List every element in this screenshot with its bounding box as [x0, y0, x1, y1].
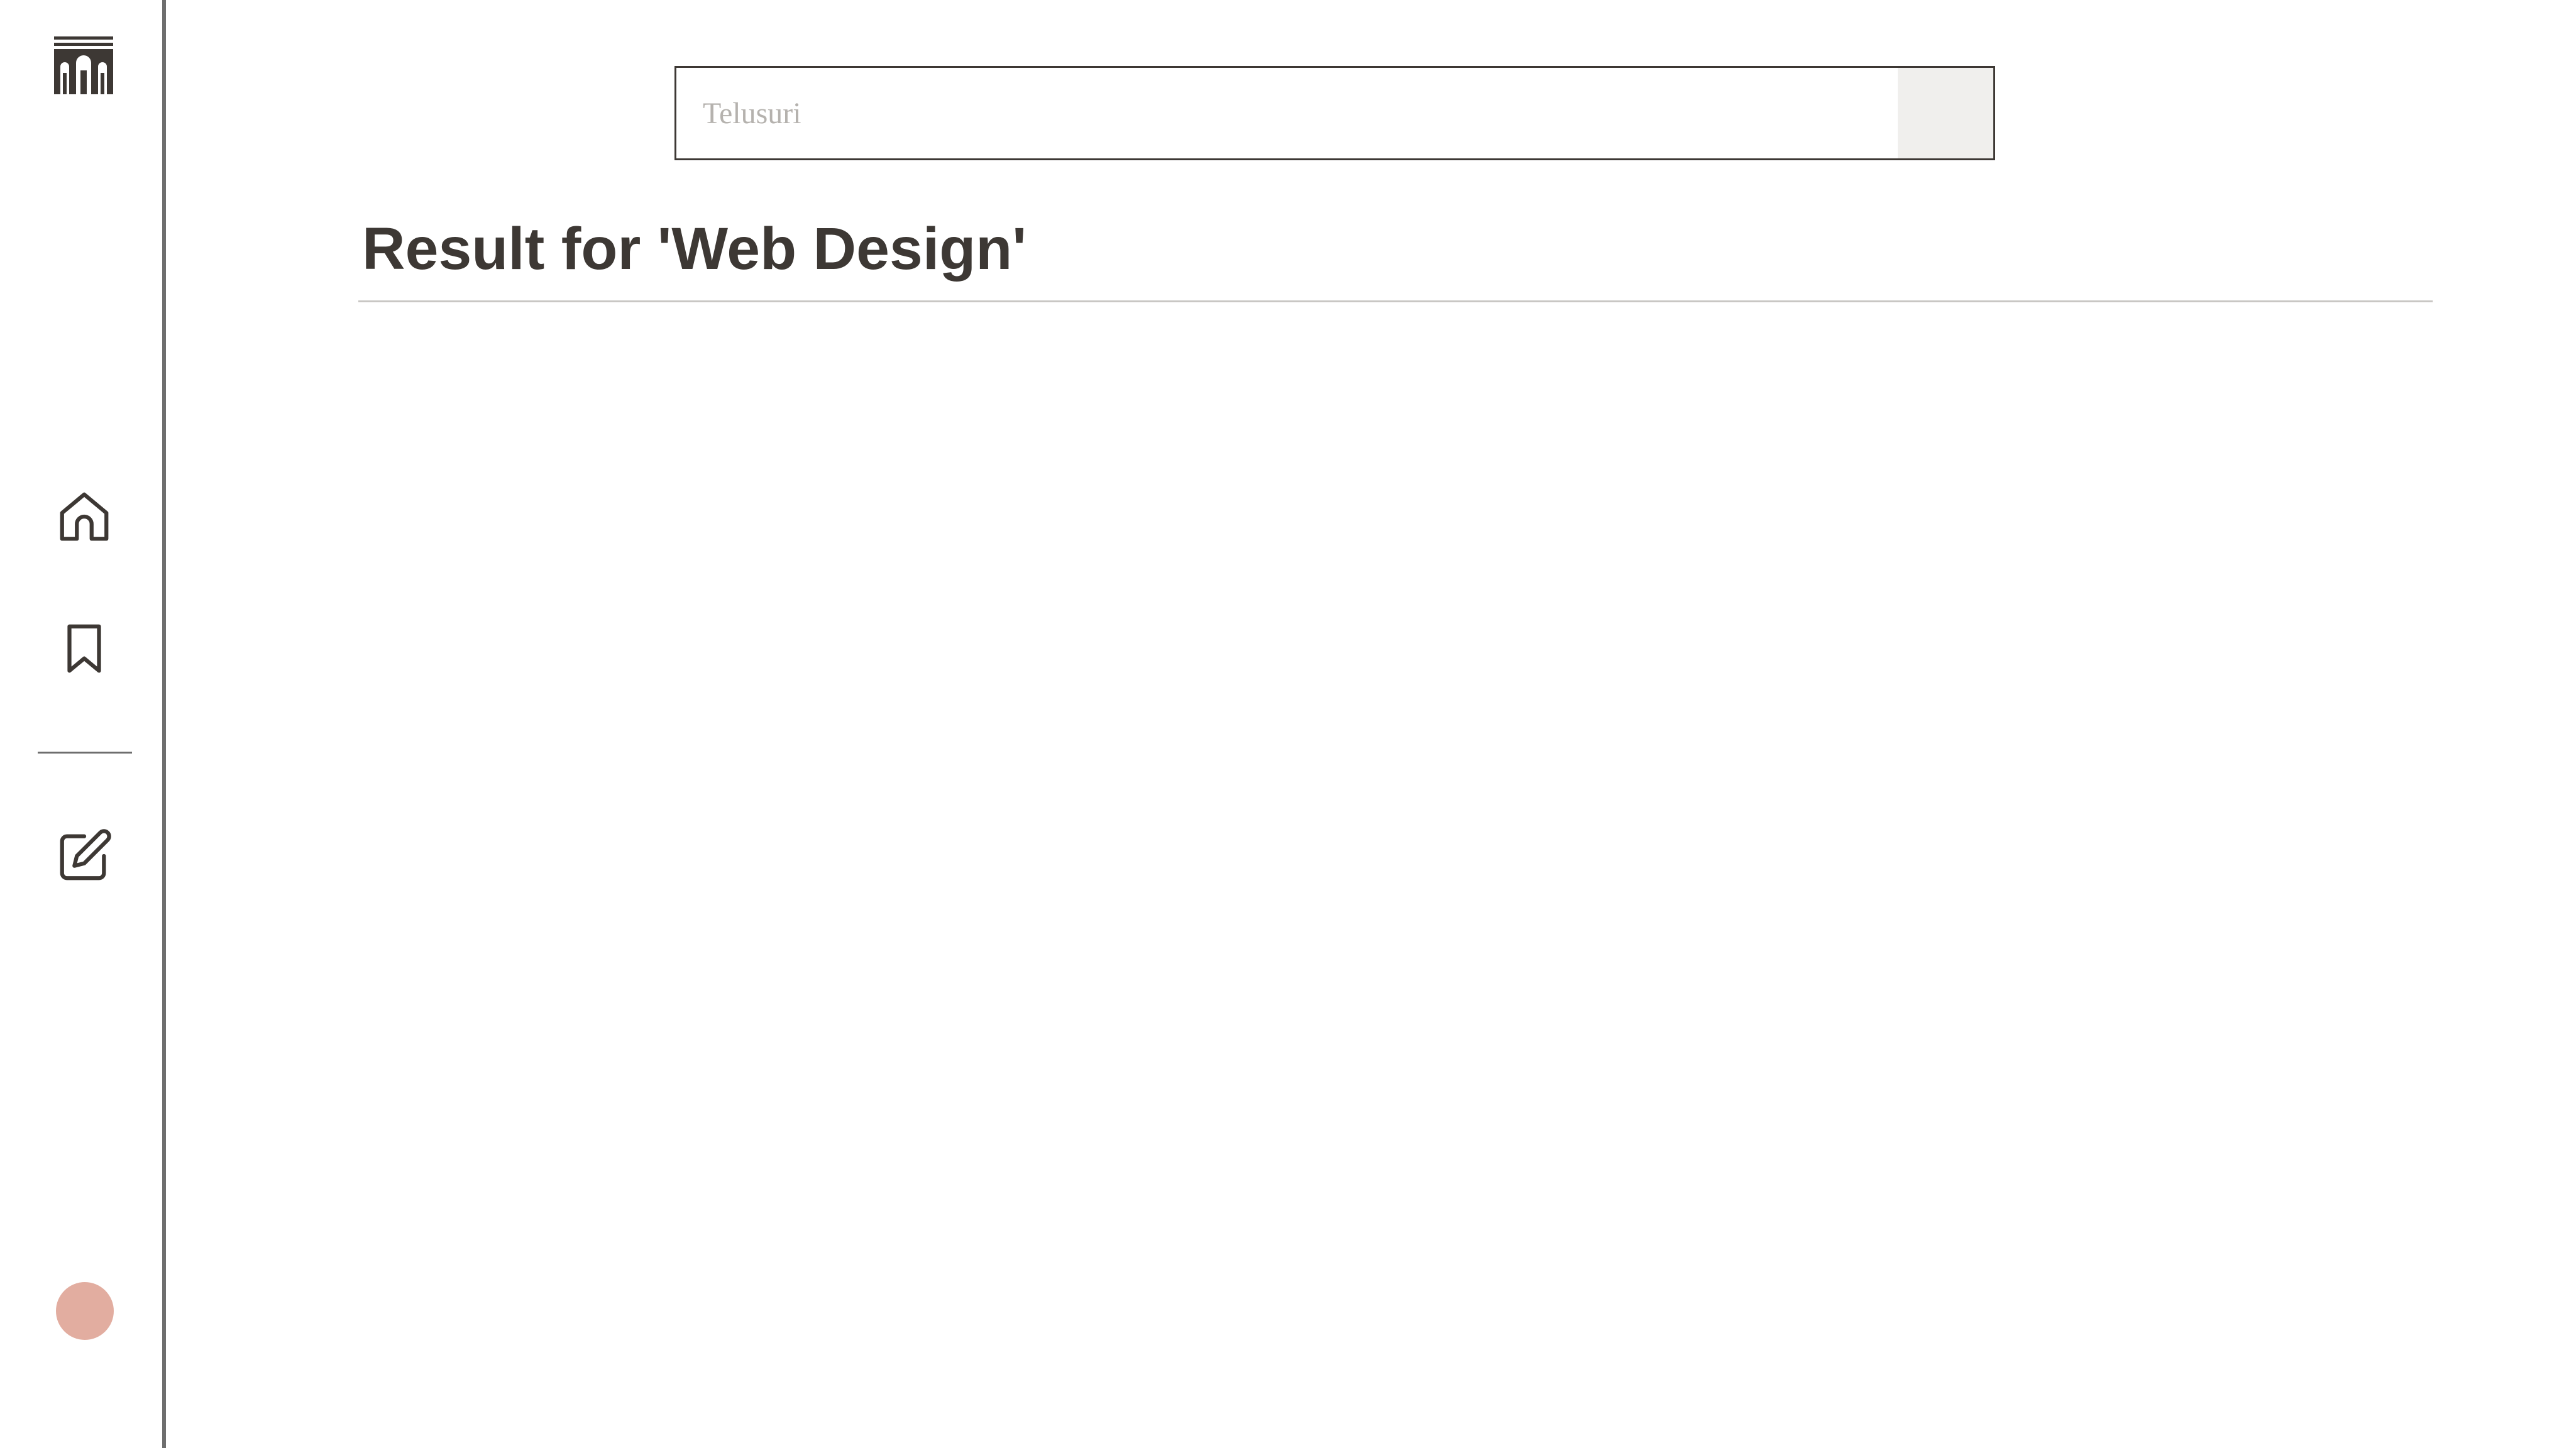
search-button[interactable] — [1898, 68, 1993, 158]
edit-icon — [60, 829, 111, 880]
search-input[interactable] — [676, 68, 1898, 158]
avatar[interactable] — [56, 1282, 114, 1340]
sidebar-divider — [38, 752, 132, 754]
sidebar-item-write[interactable] — [53, 825, 116, 887]
search-bar — [674, 66, 1995, 160]
home-icon — [60, 492, 109, 541]
sidebar-item-bookmarks[interactable] — [53, 617, 116, 680]
sidebar — [0, 0, 166, 1448]
page-title: Result for 'Web Design' — [362, 216, 1027, 282]
sidebar-item-home[interactable] — [53, 485, 116, 548]
bookmark-icon — [67, 624, 101, 673]
heading-divider — [358, 300, 2433, 302]
app: Result for 'Web Design' — [0, 0, 2576, 1448]
building-logo-icon[interactable] — [54, 35, 113, 94]
